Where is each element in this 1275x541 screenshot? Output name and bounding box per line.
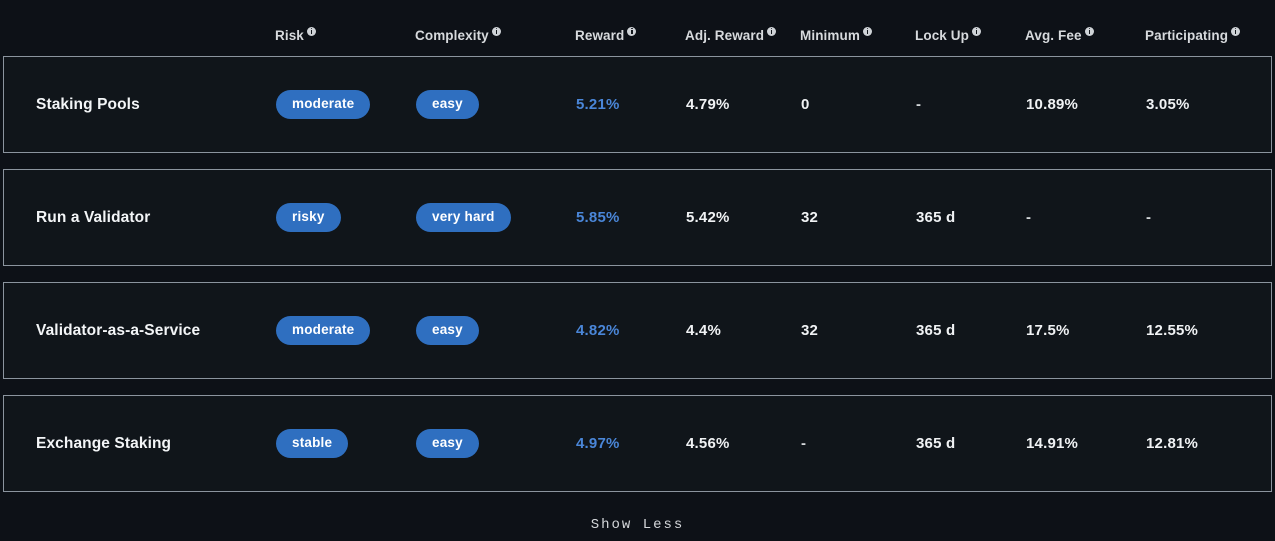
reward-value: 5.21%: [576, 96, 686, 113]
risk-cell: moderate: [276, 316, 416, 345]
table-row[interactable]: Exchange Staking stable easy 4.97% 4.56%…: [3, 395, 1272, 492]
lock-up-value: 365 d: [916, 435, 1026, 452]
avg-fee-value: -: [1026, 209, 1146, 226]
avg-fee-value: 14.91%: [1026, 435, 1146, 452]
risk-badge: risky: [276, 203, 341, 232]
complexity-cell: easy: [416, 90, 576, 119]
avg-fee-value: 10.89%: [1026, 96, 1146, 113]
table-row[interactable]: Run a Validator risky very hard 5.85% 5.…: [3, 169, 1272, 266]
lock-up-value: 365 d: [916, 322, 1026, 339]
risk-badge: stable: [276, 429, 348, 458]
minimum-value: 0: [801, 96, 916, 113]
row-label: Run a Validator: [4, 209, 276, 227]
column-header-adj-reward: Adj. Reward: [685, 14, 800, 43]
column-header-risk-label: Risk: [275, 28, 304, 43]
info-icon[interactable]: [492, 27, 501, 36]
participating-value: 12.55%: [1146, 322, 1274, 339]
row-label: Validator-as-a-Service: [4, 322, 276, 340]
column-header-complexity: Complexity: [415, 14, 575, 43]
show-less-button[interactable]: Show Less: [591, 517, 685, 533]
column-header-minimum: Minimum: [800, 14, 915, 43]
minimum-value: 32: [801, 209, 916, 226]
info-icon[interactable]: [1085, 27, 1094, 36]
info-icon[interactable]: [1231, 27, 1240, 36]
adj-reward-value: 4.56%: [686, 435, 801, 452]
risk-badge: moderate: [276, 90, 370, 119]
column-header-participating-label: Participating: [1145, 28, 1228, 43]
adj-reward-value: 5.42%: [686, 209, 801, 226]
column-header-avg-fee-label: Avg. Fee: [1025, 28, 1082, 43]
lock-up-value: 365 d: [916, 209, 1026, 226]
column-header-risk: Risk: [275, 14, 415, 43]
info-icon[interactable]: [972, 27, 981, 36]
complexity-badge: easy: [416, 429, 479, 458]
reward-value: 5.85%: [576, 209, 686, 226]
avg-fee-value: 17.5%: [1026, 322, 1146, 339]
row-label: Staking Pools: [4, 96, 276, 114]
column-header-lock-up: Lock Up: [915, 14, 1025, 43]
lock-up-value: -: [916, 96, 1026, 113]
column-header-reward-label: Reward: [575, 28, 624, 43]
column-header-name: [3, 21, 275, 35]
staking-comparison-table: Risk Complexity Reward Adj. Reward Minim…: [0, 0, 1275, 518]
complexity-cell: very hard: [416, 203, 576, 232]
minimum-value: -: [801, 435, 916, 452]
complexity-cell: easy: [416, 316, 576, 345]
info-icon[interactable]: [307, 27, 316, 36]
row-label: Exchange Staking: [4, 435, 276, 453]
column-header-adj-reward-label: Adj. Reward: [685, 28, 764, 43]
adj-reward-value: 4.4%: [686, 322, 801, 339]
table-row[interactable]: Staking Pools moderate easy 5.21% 4.79% …: [3, 56, 1272, 153]
info-icon[interactable]: [627, 27, 636, 36]
reward-value: 4.82%: [576, 322, 686, 339]
participating-value: -: [1146, 209, 1274, 226]
adj-reward-value: 4.79%: [686, 96, 801, 113]
column-header-minimum-label: Minimum: [800, 28, 860, 43]
complexity-badge: easy: [416, 90, 479, 119]
info-icon[interactable]: [863, 27, 872, 36]
table-header-row: Risk Complexity Reward Adj. Reward Minim…: [0, 0, 1275, 56]
risk-cell: stable: [276, 429, 416, 458]
table-body: Staking Pools moderate easy 5.21% 4.79% …: [0, 56, 1275, 492]
participating-value: 3.05%: [1146, 96, 1274, 113]
minimum-value: 32: [801, 322, 916, 339]
info-icon[interactable]: [767, 27, 776, 36]
complexity-cell: easy: [416, 429, 576, 458]
column-header-lock-up-label: Lock Up: [915, 28, 969, 43]
table-footer: Show Less: [0, 508, 1275, 541]
table-row[interactable]: Validator-as-a-Service moderate easy 4.8…: [3, 282, 1272, 379]
complexity-badge: very hard: [416, 203, 511, 232]
complexity-badge: easy: [416, 316, 479, 345]
column-header-complexity-label: Complexity: [415, 28, 489, 43]
participating-value: 12.81%: [1146, 435, 1274, 452]
risk-badge: moderate: [276, 316, 370, 345]
risk-cell: moderate: [276, 90, 416, 119]
column-header-avg-fee: Avg. Fee: [1025, 14, 1145, 43]
reward-value: 4.97%: [576, 435, 686, 452]
column-header-participating: Participating: [1145, 14, 1273, 43]
risk-cell: risky: [276, 203, 416, 232]
column-header-reward: Reward: [575, 14, 685, 43]
